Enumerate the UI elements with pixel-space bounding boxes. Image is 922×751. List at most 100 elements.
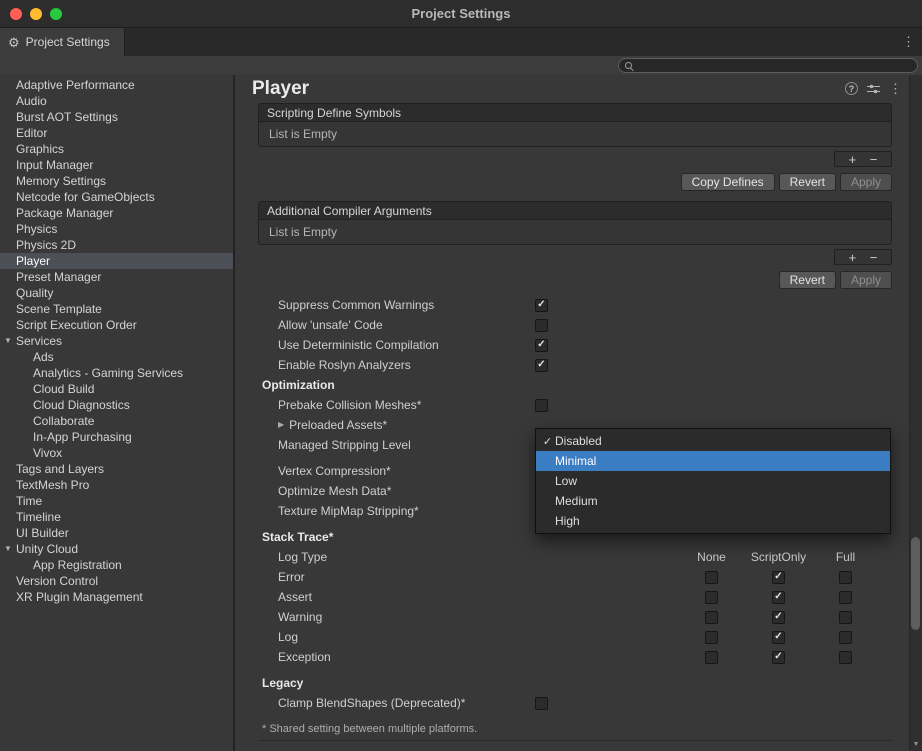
sidebar-item-time[interactable]: Time — [0, 493, 233, 509]
tab-bar: ⚙ Project Settings ⋮ — [0, 28, 922, 56]
empty-list-label: List is Empty — [269, 127, 337, 141]
list-add-remove-bar: + − — [834, 249, 892, 265]
stack-trace-row-log: Log ✓ — [258, 627, 892, 647]
help-icon[interactable]: ? — [845, 82, 858, 95]
sidebar-item-netcode-for-gameobjects[interactable]: Netcode for GameObjects — [0, 189, 233, 205]
stack-trace-row-error: Error ✓ — [258, 567, 892, 587]
sidebar-item-burst-aot-settings[interactable]: Burst AOT Settings — [0, 109, 233, 125]
sidebar-item-services[interactable]: ▼ Services — [0, 333, 233, 349]
sidebar-item-cloud-diagnostics[interactable]: Cloud Diagnostics — [0, 397, 233, 413]
additional-compiler-arguments-list[interactable]: List is Empty — [258, 219, 892, 245]
exception-full-checkbox[interactable] — [839, 651, 852, 664]
dropdown-item-minimal[interactable]: Minimal — [536, 451, 890, 471]
sidebar-item-quality[interactable]: Quality — [0, 285, 233, 301]
scripting-define-symbols-list[interactable]: List is Empty — [258, 121, 892, 147]
sidebar-item-graphics[interactable]: Graphics — [0, 141, 233, 157]
sidebar-item-app-registration[interactable]: App Registration — [0, 557, 233, 573]
vertical-scrollbar[interactable]: ▼ — [909, 75, 922, 751]
add-item-button[interactable]: + — [849, 251, 857, 264]
foldout-open-icon[interactable]: ▼ — [4, 337, 12, 345]
presets-icon[interactable] — [867, 83, 880, 95]
sidebar-item-memory-settings[interactable]: Memory Settings — [0, 173, 233, 189]
sidebar-item-vivox[interactable]: Vivox — [0, 445, 233, 461]
list-add-remove-bar: + − — [834, 151, 892, 167]
dropdown-item-medium[interactable]: Medium — [536, 491, 890, 511]
dropdown-item-low[interactable]: Low — [536, 471, 890, 491]
scroll-down-arrow-icon[interactable]: ▼ — [910, 741, 922, 748]
log-scriptonly-checkbox[interactable]: ✓ — [772, 631, 785, 644]
sidebar-item-package-manager[interactable]: Package Manager — [0, 205, 233, 221]
close-window-button[interactable] — [10, 8, 22, 20]
sidebar-item-analytics-gaming-services[interactable]: Analytics - Gaming Services — [0, 365, 233, 381]
revert-button[interactable]: Revert — [779, 271, 836, 289]
sidebar-item-in-app-purchasing[interactable]: In-App Purchasing — [0, 429, 233, 445]
sidebar-item-ads[interactable]: Ads — [0, 349, 233, 365]
error-scriptonly-checkbox[interactable]: ✓ — [772, 571, 785, 584]
sidebar-item-scene-template[interactable]: Scene Template — [0, 301, 233, 317]
warning-full-checkbox[interactable] — [839, 611, 852, 624]
empty-list-label: List is Empty — [269, 225, 337, 239]
sidebar-item-editor[interactable]: Editor — [0, 125, 233, 141]
foldout-open-icon[interactable]: ▼ — [4, 545, 12, 553]
copy-defines-button[interactable]: Copy Defines — [681, 173, 775, 191]
enable-roslyn-analyzers-checkbox[interactable]: ✓ — [535, 359, 548, 372]
sidebar-item-adaptive-performance[interactable]: Adaptive Performance — [0, 77, 233, 93]
sidebar-item-unity-cloud[interactable]: ▼ Unity Cloud — [0, 541, 233, 557]
sidebar-item-ui-builder[interactable]: UI Builder — [0, 525, 233, 541]
assert-none-checkbox[interactable] — [705, 591, 718, 604]
tab-project-settings[interactable]: ⚙ Project Settings — [0, 28, 125, 56]
warning-none-checkbox[interactable] — [705, 611, 718, 624]
panel-menu-kebab-icon[interactable]: ⋮ — [889, 82, 902, 95]
log-none-checkbox[interactable] — [705, 631, 718, 644]
sidebar-item-player[interactable]: Player — [0, 253, 233, 269]
sidebar-item-input-manager[interactable]: Input Manager — [0, 157, 233, 173]
section-divider — [258, 740, 892, 741]
sidebar-item-textmesh-pro[interactable]: TextMesh Pro — [0, 477, 233, 493]
sidebar-item-tags-and-layers[interactable]: Tags and Layers — [0, 461, 233, 477]
gear-icon: ⚙ — [8, 36, 20, 49]
sidebar-item-xr-plugin-management[interactable]: XR Plugin Management — [0, 589, 233, 605]
sidebar-item-cloud-build[interactable]: Cloud Build — [0, 381, 233, 397]
revert-button[interactable]: Revert — [779, 173, 836, 191]
sidebar-item-preset-manager[interactable]: Preset Manager — [0, 269, 233, 285]
assert-scriptonly-checkbox[interactable]: ✓ — [772, 591, 785, 604]
search-icon — [625, 61, 635, 71]
shared-setting-footnote: * Shared setting between multiple platfo… — [258, 723, 892, 735]
exception-none-checkbox[interactable] — [705, 651, 718, 664]
stack-trace-row-exception: Exception ✓ — [258, 647, 892, 667]
suppress-common-warnings-checkbox[interactable]: ✓ — [535, 299, 548, 312]
remove-item-button[interactable]: − — [870, 153, 878, 166]
sidebar-item-physics-2d[interactable]: Physics 2D — [0, 237, 233, 253]
add-item-button[interactable]: + — [849, 153, 857, 166]
use-deterministic-compilation-checkbox[interactable]: ✓ — [535, 339, 548, 352]
tab-menu-kebab-icon[interactable]: ⋮ — [902, 34, 915, 50]
prebake-collision-meshes-checkbox[interactable] — [535, 399, 548, 412]
dropdown-item-disabled[interactable]: ✓ Disabled — [536, 431, 890, 451]
log-full-checkbox[interactable] — [839, 631, 852, 644]
error-none-checkbox[interactable] — [705, 571, 718, 584]
minimize-window-button[interactable] — [30, 8, 42, 20]
player-settings-content: Scripting Define Symbols List is Empty +… — [235, 103, 909, 741]
search-field[interactable] — [618, 58, 918, 73]
assert-full-checkbox[interactable] — [839, 591, 852, 604]
scrollbar-thumb[interactable] — [911, 537, 920, 630]
sidebar-item-script-execution-order[interactable]: Script Execution Order — [0, 317, 233, 333]
allow-unsafe-code-checkbox[interactable] — [535, 319, 548, 332]
zoom-window-button[interactable] — [50, 8, 62, 20]
exception-scriptonly-checkbox[interactable]: ✓ — [772, 651, 785, 664]
warning-scriptonly-checkbox[interactable]: ✓ — [772, 611, 785, 624]
foldout-closed-icon[interactable]: ▶ — [278, 421, 284, 429]
sidebar-item-physics[interactable]: Physics — [0, 221, 233, 237]
sidebar-item-timeline[interactable]: Timeline — [0, 509, 233, 525]
error-full-checkbox[interactable] — [839, 571, 852, 584]
legacy-section-header: Legacy — [258, 673, 892, 693]
dropdown-item-high[interactable]: High — [536, 511, 890, 531]
sidebar-item-version-control[interactable]: Version Control — [0, 573, 233, 589]
sidebar-item-collaborate[interactable]: Collaborate — [0, 413, 233, 429]
search-input[interactable] — [638, 60, 917, 72]
toolbar — [0, 56, 922, 75]
remove-item-button[interactable]: − — [870, 251, 878, 264]
column-header-none: None — [678, 550, 745, 564]
sidebar-item-audio[interactable]: Audio — [0, 93, 233, 109]
clamp-blendshapes-checkbox[interactable] — [535, 697, 548, 710]
